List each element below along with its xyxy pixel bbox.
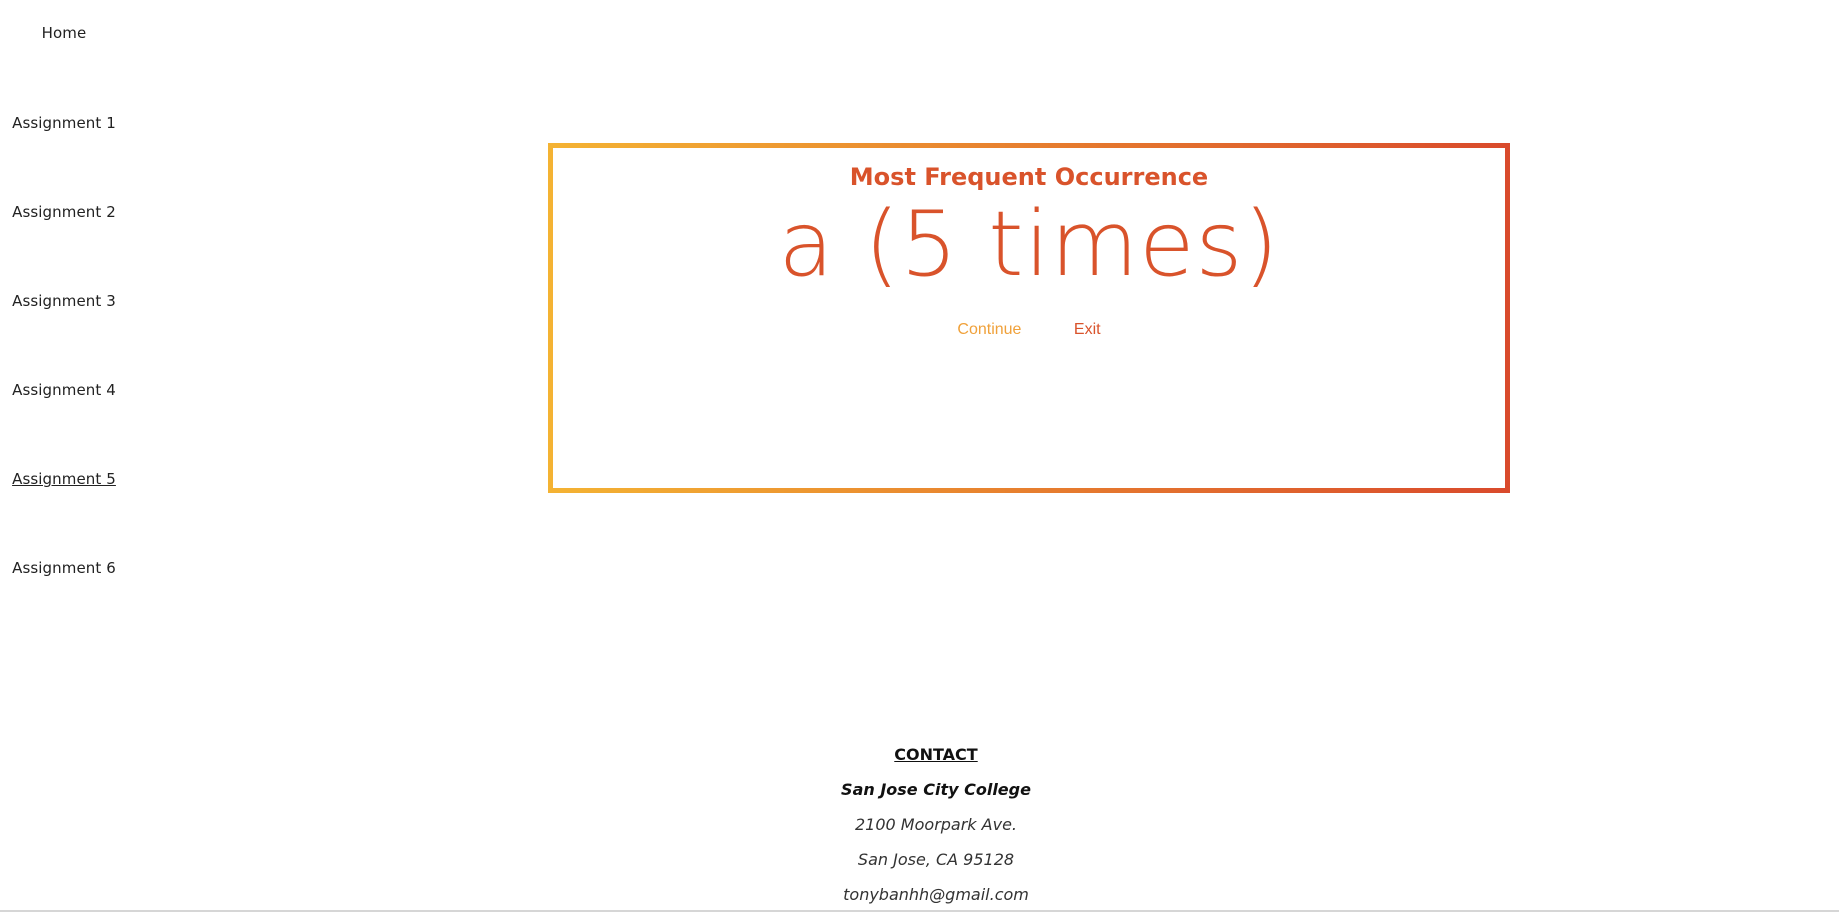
card-title: Most Frequent Occurrence <box>849 163 1209 191</box>
exit-button[interactable]: Exit <box>1074 321 1101 339</box>
nav-item-assignment-2[interactable]: Assignment 2 <box>0 203 128 221</box>
result-card: Most Frequent Occurrence a (5 times) Con… <box>548 143 1510 493</box>
continue-button[interactable]: Continue <box>957 321 1021 339</box>
contact-heading: CONTACT <box>894 745 978 764</box>
card-actions: Continue Exit <box>553 321 1505 339</box>
nav-item-assignment-1[interactable]: Assignment 1 <box>0 114 128 132</box>
address-line-1: 2100 Moorpark Ave. <box>855 815 1017 834</box>
nav-item-home[interactable]: Home <box>0 24 128 42</box>
address-line-2: San Jose, CA 95128 <box>857 850 1015 869</box>
nav-item-assignment-4[interactable]: Assignment 4 <box>0 381 128 399</box>
card-result: a (5 times) <box>778 192 1280 297</box>
nav-item-assignment-5[interactable]: Assignment 5 <box>0 470 128 488</box>
nav-item-assignment-6[interactable]: Assignment 6 <box>0 559 128 577</box>
nav-item-assignment-3[interactable]: Assignment 3 <box>0 292 128 310</box>
college-name: San Jose City College <box>841 780 1031 799</box>
contact-email[interactable]: tonybanhh@gmail.com <box>636 885 1236 904</box>
bottom-divider <box>0 910 1839 912</box>
page: Home Assignment 1 Assignment 2 Assignmen… <box>0 0 1839 913</box>
